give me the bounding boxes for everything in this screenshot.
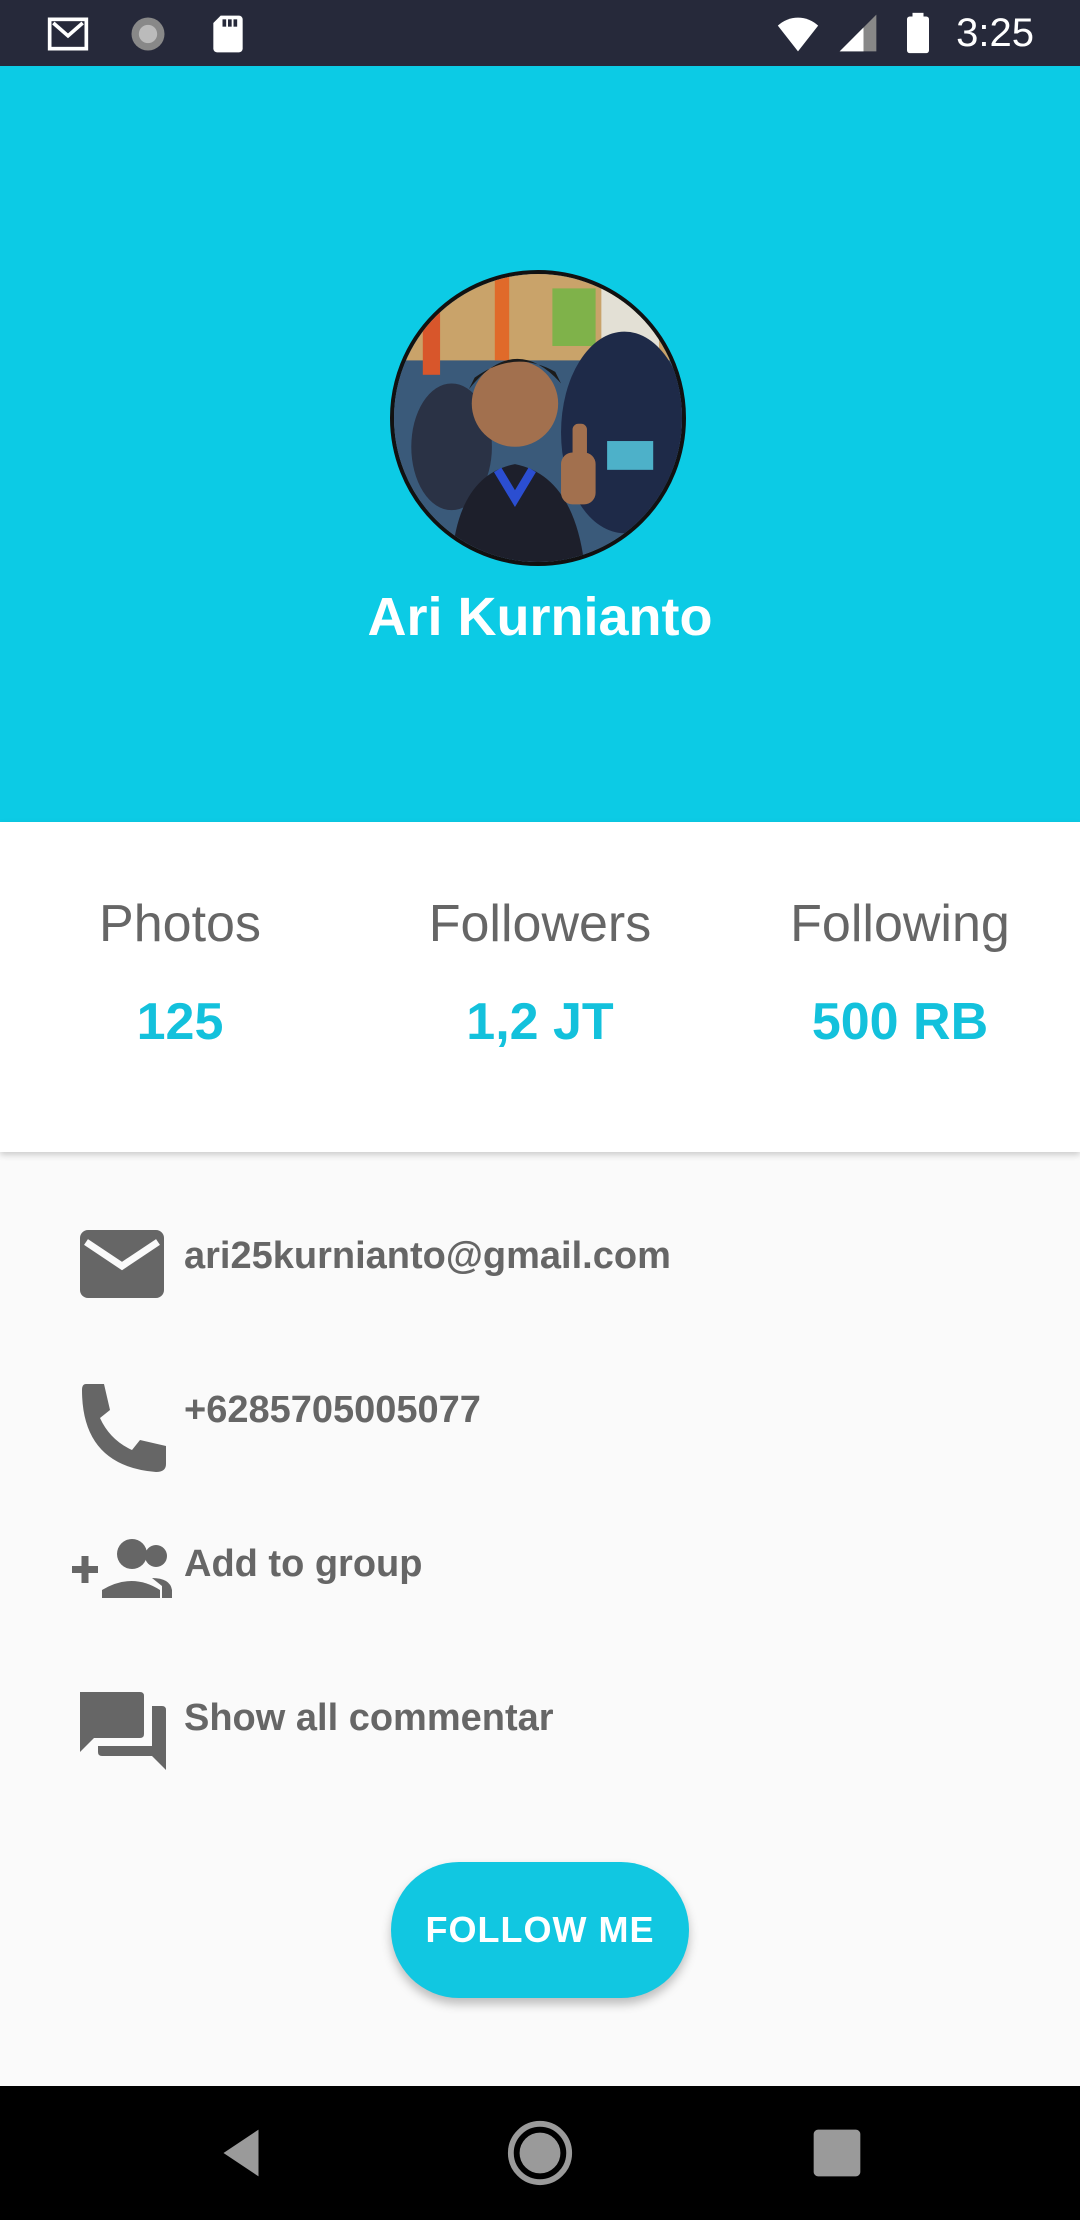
follow-button[interactable]: FOLLOW ME (391, 1862, 689, 1998)
phone-text: +6285705005077 (184, 1389, 481, 1431)
profile-header: Ari Kurnianto (0, 66, 1080, 822)
stat-label: Following (790, 895, 1010, 953)
battery-icon (907, 12, 930, 54)
phone-icon (82, 1384, 166, 1472)
recents-icon[interactable] (802, 2118, 872, 2188)
back-icon[interactable] (206, 2118, 276, 2188)
navigation-bar (0, 2086, 1080, 2220)
avatar[interactable] (390, 270, 686, 566)
wifi-icon (777, 17, 819, 52)
gmail-icon (47, 17, 89, 51)
sd-card-icon (213, 15, 243, 53)
comments-icon (80, 1692, 166, 1770)
stat-following[interactable]: Following 500 RB (720, 892, 1080, 1052)
stat-label: Followers (428, 895, 652, 953)
stat-photos[interactable]: Photos 125 (0, 892, 360, 1052)
add-group-icon (72, 1539, 172, 1598)
stat-value: 125 (136, 993, 224, 1051)
profile-name: Ari Kurnianto (367, 587, 713, 647)
home-icon[interactable] (505, 2118, 575, 2188)
status-time: 3:25 (956, 11, 1034, 55)
stat-value: 1,2 JT (466, 993, 614, 1051)
phone-row[interactable]: +6285705005077 (72, 1380, 1032, 1480)
stat-followers[interactable]: Followers 1,2 JT (360, 892, 720, 1052)
email-icon (80, 1230, 164, 1298)
signal-icon (839, 14, 877, 52)
comments-text: Show all commentar (184, 1697, 554, 1739)
add-group-text: Add to group (184, 1543, 423, 1585)
stats-card: Photos 125 Followers 1,2 JT Following 50… (0, 822, 1080, 1152)
stat-value: 500 RB (811, 993, 989, 1051)
stat-label: Photos (99, 895, 261, 953)
email-row[interactable]: ari25kurnianto@gmail.com (72, 1226, 1032, 1326)
email-text: ari25kurnianto@gmail.com (184, 1235, 671, 1277)
status-bar: 3:25 (0, 0, 1080, 66)
add-group-row[interactable]: Add to group (72, 1534, 1032, 1634)
comments-row[interactable]: Show all commentar (72, 1688, 1032, 1788)
sync-icon (131, 17, 165, 51)
